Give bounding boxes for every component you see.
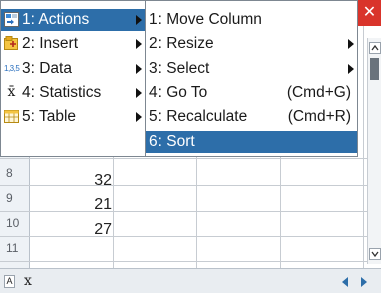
menu-item-label: 1: Actions	[22, 11, 90, 28]
data-icon: 1,3,5	[4, 64, 20, 73]
actions-submenu: 1: Move Column 2: Resize 3: Select 4: Go…	[145, 0, 358, 157]
submenu-arrow-icon	[136, 39, 142, 49]
submenu-arrow-icon	[348, 64, 354, 74]
menu-item-label: 5: Table	[22, 108, 77, 125]
menu-item-label: 3: Data	[22, 60, 72, 77]
scroll-thumb[interactable]	[370, 58, 379, 80]
menu-item-label: 4: Go To	[149, 84, 208, 101]
next-arrow-icon[interactable]	[358, 276, 370, 288]
submenu-arrow-icon	[348, 39, 354, 49]
scroll-up-icon[interactable]	[369, 42, 381, 54]
cell-a10[interactable]: 27	[31, 221, 112, 239]
row-number[interactable]: 10	[6, 216, 19, 230]
row-number[interactable]: 9	[6, 191, 13, 205]
grid-line	[0, 158, 367, 159]
submenu-item-resize[interactable]: 2: Resize	[146, 33, 357, 55]
cell-a8[interactable]: 32	[31, 172, 112, 190]
submenu-arrow-icon	[136, 112, 142, 122]
cell-reference: A	[4, 275, 15, 288]
menu-item-data[interactable]: 1,3,5 3: Data	[1, 58, 145, 80]
main-menu: 1: Actions 2: Insert 1,3,5 3: Data x̄ 4:…	[0, 0, 146, 157]
submenu-item-move-column[interactable]: 1: Move Column	[146, 9, 357, 31]
submenu-item-select[interactable]: 3: Select	[146, 58, 357, 80]
submenu-arrow-icon	[136, 15, 142, 25]
menu-item-label: 6: Sort	[149, 133, 195, 150]
menu-item-statistics[interactable]: x̄ 4: Statistics	[1, 82, 145, 104]
menu-item-label: 3: Select	[149, 60, 210, 77]
close-button[interactable]: ✕	[358, 0, 381, 26]
row-number[interactable]: 8	[6, 166, 13, 180]
table-icon	[4, 110, 19, 123]
shortcut-label: (Cmd+R)	[287, 108, 351, 125]
row-number[interactable]: 11	[6, 241, 18, 255]
previous-arrow-icon[interactable]	[339, 276, 351, 288]
submenu-arrow-icon	[136, 88, 142, 98]
grid-line	[0, 261, 367, 262]
statistics-icon: x̄	[7, 84, 16, 100]
submenu-item-sort[interactable]: 6: Sort	[146, 131, 357, 153]
submenu-arrow-icon	[136, 64, 142, 74]
menu-item-insert[interactable]: 2: Insert	[1, 33, 145, 55]
menu-item-label: 2: Insert	[22, 35, 78, 52]
shortcut-label: (Cmd+G)	[286, 84, 351, 101]
menu-item-label: 5: Recalculate	[149, 108, 248, 125]
menu-item-label: 1: Move Column	[149, 11, 262, 28]
menu-item-table[interactable]: 5: Table	[1, 106, 145, 128]
grid-line	[363, 0, 364, 268]
formula-bar: A x	[0, 268, 381, 293]
vertical-scrollbar[interactable]	[367, 38, 381, 264]
submenu-item-go-to[interactable]: 4: Go To (Cmd+G)	[146, 82, 357, 104]
submenu-item-recalculate[interactable]: 5: Recalculate (Cmd+R)	[146, 106, 357, 128]
scroll-down-icon[interactable]	[369, 248, 381, 260]
actions-icon	[4, 12, 19, 27]
menu-item-label: 2: Resize	[149, 35, 214, 52]
menu-item-label: 4: Statistics	[22, 84, 102, 101]
menu-item-actions[interactable]: 1: Actions	[1, 9, 145, 31]
cell-a9[interactable]: 21	[31, 196, 112, 214]
insert-icon	[4, 36, 18, 50]
cell-entry-field[interactable]: x	[24, 273, 32, 289]
